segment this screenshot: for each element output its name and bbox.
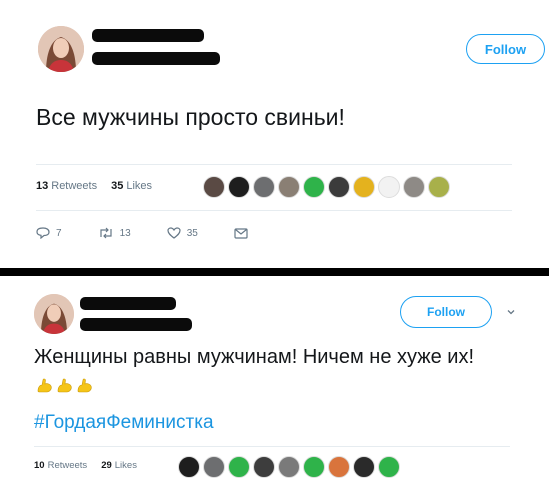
chevron-down-icon[interactable] <box>506 307 516 317</box>
flexed-biceps-icon <box>36 376 54 399</box>
liker-avatar[interactable] <box>378 176 400 198</box>
likes-count[interactable]: 29 <box>101 460 112 471</box>
tweet-actions: 7 13 35 <box>36 227 290 239</box>
flexed-biceps-icon <box>76 376 94 399</box>
reply-icon <box>36 227 50 239</box>
flexed-biceps-icon <box>56 376 74 399</box>
retweets-label[interactable]: Retweets <box>51 180 97 192</box>
likes-label[interactable]: Likes <box>115 460 137 471</box>
like-count: 35 <box>186 227 198 239</box>
retweets-count[interactable]: 10 <box>34 460 45 471</box>
redacted-name <box>92 29 204 42</box>
liker-avatar[interactable] <box>178 456 200 478</box>
envelope-icon <box>234 227 248 239</box>
tweet-text: Все мужчины просто свиньи! <box>36 104 345 130</box>
avatar-photo-icon <box>38 26 84 72</box>
follow-button-label: Follow <box>427 305 465 319</box>
liker-avatars <box>203 176 453 198</box>
liker-avatar[interactable] <box>428 176 450 198</box>
retweets-label[interactable]: Retweets <box>48 460 88 471</box>
liker-avatar[interactable] <box>353 176 375 198</box>
redacted-handle <box>92 52 220 65</box>
liker-avatars <box>178 456 403 478</box>
liker-avatar[interactable] <box>353 456 375 478</box>
tweet-text: Женщины равны мужчинам! Ничем не хуже их… <box>34 346 475 368</box>
redacted-handle <box>80 318 192 331</box>
liker-avatar[interactable] <box>278 456 300 478</box>
like-button[interactable]: 35 <box>167 227 198 239</box>
divider <box>34 446 510 447</box>
likes-label[interactable]: Likes <box>126 180 152 192</box>
engagement-stats: 10 Retweets 29 Likes <box>34 460 151 471</box>
follow-button[interactable]: Follow <box>400 296 492 328</box>
tweet-card: Follow Все мужчины просто свиньи! 13 Ret… <box>0 0 549 268</box>
liker-avatar[interactable] <box>303 456 325 478</box>
avatar[interactable] <box>38 26 84 72</box>
liker-avatar[interactable] <box>328 176 350 198</box>
reply-button[interactable]: 7 <box>36 227 62 239</box>
heart-icon <box>167 227 181 239</box>
liker-avatar[interactable] <box>203 456 225 478</box>
liker-avatar[interactable] <box>378 456 400 478</box>
hashtag-link[interactable]: #ГордаяФеминистка <box>34 412 214 434</box>
reply-count: 7 <box>56 227 62 239</box>
screenshot-separator <box>0 268 549 276</box>
redacted-name <box>80 297 176 310</box>
retweets-count[interactable]: 13 <box>36 180 48 192</box>
liker-avatar[interactable] <box>303 176 325 198</box>
retweet-button[interactable]: 13 <box>98 227 131 239</box>
liker-avatar[interactable] <box>253 176 275 198</box>
liker-avatar[interactable] <box>203 176 225 198</box>
likes-count[interactable]: 35 <box>111 180 123 192</box>
retweet-count: 13 <box>119 227 131 239</box>
follow-button[interactable]: Follow <box>466 34 545 64</box>
divider <box>36 164 512 165</box>
engagement-stats: 13 Retweets 35 Likes <box>36 180 166 192</box>
follow-button-label: Follow <box>484 41 527 57</box>
liker-avatar[interactable] <box>228 176 250 198</box>
avatar-photo-icon <box>34 294 74 334</box>
liker-avatar[interactable] <box>403 176 425 198</box>
liker-avatar[interactable] <box>278 176 300 198</box>
message-button[interactable] <box>234 227 254 239</box>
retweet-icon <box>99 227 112 239</box>
emoji-row <box>36 376 96 399</box>
tweet-card: Follow Женщины равны мужчинам! Ничем не … <box>0 276 549 485</box>
liker-avatar[interactable] <box>253 456 275 478</box>
liker-avatar[interactable] <box>228 456 250 478</box>
liker-avatar[interactable] <box>328 456 350 478</box>
avatar[interactable] <box>34 294 74 334</box>
divider <box>36 210 512 211</box>
